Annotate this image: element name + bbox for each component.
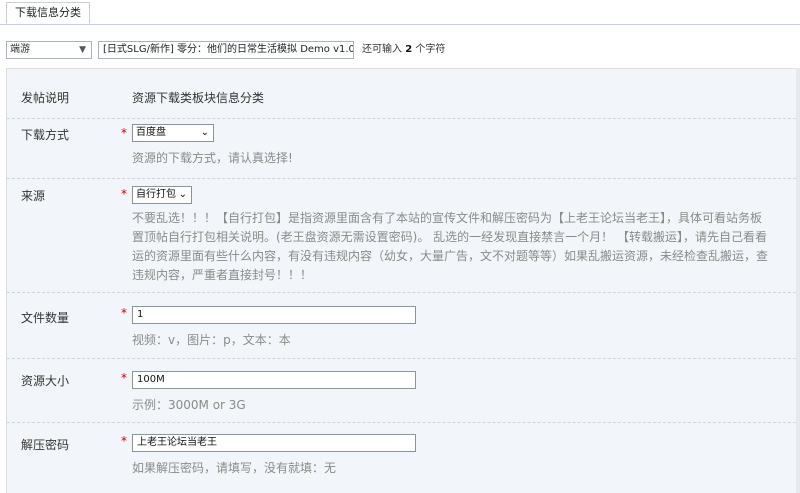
download-method-select[interactable]: 百度盘 ⌄ [132, 124, 214, 142]
source-select[interactable]: 自行打包 ⌄ [132, 186, 192, 204]
required-mark: * [121, 306, 127, 320]
category-select[interactable]: 端游 ▼ [6, 41, 92, 59]
required-mark: * [121, 126, 127, 140]
file-count-label: 文件数量 [21, 311, 70, 325]
required-mark: * [121, 187, 127, 201]
required-mark: * [121, 371, 127, 385]
chevron-down-icon: ⌄ [178, 189, 187, 200]
file-count-input[interactable]: 1 [132, 306, 416, 324]
post-desc-label: 发帖说明 [21, 91, 70, 105]
title-input[interactable]: [日式SLG/新作] 零分：他们的日常生活模拟 Demo v1.0. [98, 41, 354, 59]
row-resource-size: 资源大小 * 100M 示例：3000M or 3G [7, 358, 800, 423]
source-label: 来源 [21, 189, 46, 203]
tab-bar: 下载信息分类 [0, 0, 800, 25]
row-post-desc: 发帖说明 资源下载类板块信息分类 [7, 69, 800, 119]
unzip-password-label: 解压密码 [21, 438, 70, 452]
resource-size-hint: 示例：3000M or 3G [132, 398, 246, 412]
download-method-hint: 资源的下载方式，请认真选择! [132, 151, 293, 165]
post-title-toolbar: 端游 ▼ [日式SLG/新作] 零分：他们的日常生活模拟 Demo v1.0. … [0, 40, 800, 62]
chevron-down-icon: ⌄ [200, 127, 209, 138]
row-download-method: 下载方式 * 百度盘 ⌄ 资源的下载方式，请认真选择! [7, 118, 800, 179]
row-file-count: 文件数量 * 1 视频：v，图片：p，文本：本 [7, 292, 800, 359]
char-count: 2 [405, 44, 413, 55]
row-unzip-password: 解压密码 * 上老王论坛当老王 如果解压密码，请填写，没有就填：无 [7, 422, 800, 493]
required-mark: * [121, 434, 127, 448]
row-source: 来源 * 自行打包 ⌄ 不要乱选！！！【自行打包】是指资源里面含有了本站的宣传文… [7, 178, 800, 293]
unzip-password-input[interactable]: 上老王论坛当老王 [132, 434, 416, 452]
category-form-panel: 发帖说明 资源下载类板块信息分类 下载方式 * 百度盘 ⌄ 资源的下载方式，请认… [6, 68, 800, 493]
char-count-hint: 还可输入 2 个字符 [362, 44, 446, 55]
tab-download-info-category[interactable]: 下载信息分类 [6, 2, 90, 24]
category-select-value: 端游 [10, 44, 30, 55]
chevron-down-icon: ▼ [79, 45, 86, 55]
post-desc-value: 资源下载类板块信息分类 [132, 91, 265, 105]
unzip-password-hint: 如果解压密码，请填写，没有就填：无 [132, 461, 337, 475]
resource-size-input[interactable]: 100M [132, 371, 416, 389]
file-count-hint: 视频：v，图片：p，文本：本 [132, 333, 291, 347]
source-hint: 不要乱选！！！【自行打包】是指资源里面含有了本站的宣传文件和解压密码为【上老王论… [132, 211, 769, 282]
vertical-scrollbar[interactable] [796, 68, 800, 493]
download-method-label: 下载方式 [21, 128, 70, 142]
resource-size-label: 资源大小 [21, 374, 70, 388]
